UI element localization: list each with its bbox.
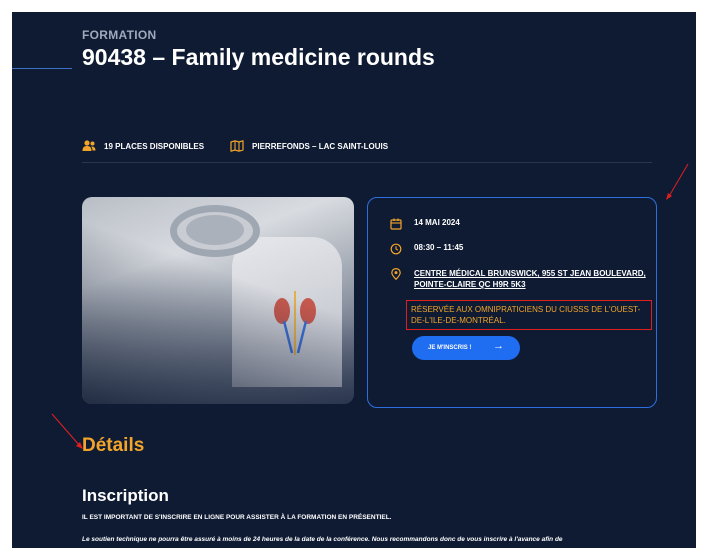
location-pin-icon <box>391 268 401 280</box>
address-link[interactable]: CENTRE MÉDICAL BRUNSWICK, 955 ST JEAN BO… <box>414 268 654 290</box>
users-icon <box>82 140 96 151</box>
inscription-text-2: Le soutien technique ne pourra être assu… <box>82 536 563 543</box>
calendar-icon <box>390 218 402 230</box>
meta-places: 19 PLACES DISPONIBLES <box>82 140 204 152</box>
register-button[interactable]: JE M'INSCRIS ! → <box>412 336 520 360</box>
inscription-text-1: IL EST IMPORTANT DE S'INSCRIRE EN LIGNE … <box>82 514 392 521</box>
hero-image <box>82 197 354 404</box>
annotation-arrow-icon <box>51 413 83 449</box>
info-time: 08:30 – 11:45 <box>390 243 463 255</box>
date-label: 14 MAI 2024 <box>414 218 460 227</box>
info-card: 14 MAI 2024 08:30 – 11:45 CENTRE MÉDICAL… <box>367 197 657 408</box>
meta-location: PIERREFONDS – LAC SAINT-LOUIS <box>230 140 388 152</box>
details-heading: Détails <box>82 435 145 456</box>
places-label: 19 PLACES DISPONIBLES <box>104 141 205 151</box>
decorative-line <box>12 68 72 69</box>
divider <box>82 162 652 163</box>
page-eyebrow: FORMATION <box>82 28 157 42</box>
location-label: PIERREFONDS – LAC SAINT-LOUIS <box>252 141 389 151</box>
arrow-right-icon: → <box>493 340 504 352</box>
register-button-label: JE M'INSCRIS ! <box>428 345 472 351</box>
info-address[interactable]: CENTRE MÉDICAL BRUNSWICK, 955 ST JEAN BO… <box>390 268 654 290</box>
hero-overlay <box>82 197 354 404</box>
page: FORMATION 90438 – Family medicine rounds… <box>12 12 696 548</box>
info-date: 14 MAI 2024 <box>390 218 460 230</box>
annotation-arrow-icon <box>666 163 689 200</box>
clock-icon <box>390 243 402 255</box>
map-icon <box>230 140 244 152</box>
meta-row: 19 PLACES DISPONIBLES PIERREFONDS – LAC … <box>82 140 414 152</box>
restriction-notice: RÉSERVÉE AUX OMNIPRATICIENS DU CIUSSS DE… <box>406 300 652 330</box>
time-label: 08:30 – 11:45 <box>414 243 464 252</box>
page-title: 90438 – Family medicine rounds <box>82 44 435 70</box>
inscription-heading: Inscription <box>82 486 169 505</box>
